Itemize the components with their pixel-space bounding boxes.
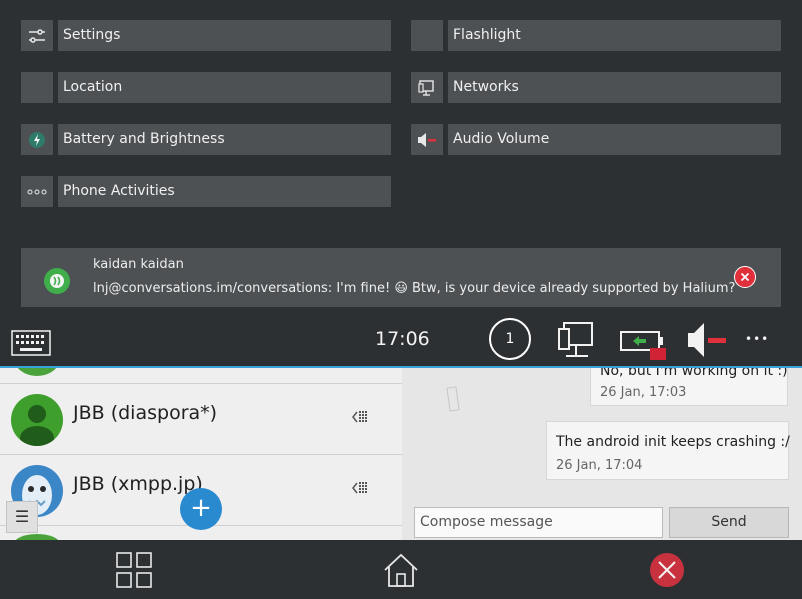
home-icon[interactable] <box>379 548 423 592</box>
tile-flashlight[interactable]: Flashlight <box>448 20 781 51</box>
task-switcher-icon[interactable] <box>112 548 156 592</box>
message-timestamp: 26 Jan, 17:03 <box>600 385 687 400</box>
network-wired-icon[interactable] <box>556 320 596 364</box>
location-icon[interactable] <box>21 72 53 103</box>
more-dots-icon[interactable]: ••• <box>745 332 769 346</box>
message-bubble: No, but I'm working on it :) 26 Jan, 17:… <box>590 368 788 406</box>
tile-location[interactable]: Location <box>58 72 391 103</box>
notification-title: kaidan kaidan <box>93 257 184 272</box>
chat-app: JBB (diaspora*) JBB (xmpp.jp) + ☰ No, bu… <box>0 368 802 540</box>
avatar <box>11 394 63 446</box>
list-item[interactable]: JBB (diaspora*) <box>0 384 402 455</box>
compose-message-input[interactable]: Compose message <box>414 507 663 538</box>
roster-list: JBB (diaspora*) JBB (xmpp.jp) + ☰ <box>0 368 403 540</box>
tile-battery-brightness[interactable]: Battery and Brightness <box>58 124 391 155</box>
menu-drawer-button[interactable]: ☰ <box>6 501 38 533</box>
tile-networks[interactable]: Networks <box>448 72 781 103</box>
navigation-bar <box>0 540 802 599</box>
close-notification-icon[interactable] <box>734 266 756 288</box>
notification-count-badge[interactable]: 1 <box>489 318 531 360</box>
conversation-view: No, but I'm working on it :) 26 Jan, 17:… <box>402 368 802 540</box>
notification-body: lnj@conversations.im/conversations: I'm … <box>93 281 736 296</box>
message-indicator-icon <box>352 481 370 499</box>
tile-audio-volume[interactable]: Audio Volume <box>448 124 781 155</box>
contact-name: JBB (diaspora*) <box>73 402 218 424</box>
decorative-mark <box>446 386 460 412</box>
notification-card[interactable]: kaidan kaidan lnj@conversations.im/conve… <box>21 248 781 307</box>
message-indicator-icon <box>352 410 370 428</box>
conversations-app-icon <box>44 268 70 294</box>
send-button[interactable]: Send <box>669 507 789 538</box>
audio-muted-icon[interactable] <box>686 320 728 364</box>
more-dots-icon[interactable] <box>21 176 53 207</box>
message-timestamp: 26 Jan, 17:04 <box>556 458 643 473</box>
clock: 17:06 <box>375 328 430 350</box>
settings-sliders-icon[interactable] <box>21 20 53 51</box>
message-text: No, but I'm working on it :) <box>600 368 788 379</box>
quick-settings-panel: Settings Flashlight Location Networks Ba… <box>0 0 802 318</box>
avatar <box>14 368 60 376</box>
message-bubble: The android init keeps crashing :/ 26 Ja… <box>546 421 790 480</box>
message-text: The android init keeps crashing :/ <box>556 434 790 450</box>
status-bar: 17:06 1 ••• <box>0 318 802 368</box>
flashlight-icon[interactable] <box>411 20 443 51</box>
tile-phone-activities[interactable]: Phone Activities <box>58 176 391 207</box>
add-contact-button[interactable]: + <box>180 488 222 530</box>
battery-charging-icon[interactable] <box>620 326 668 364</box>
tile-settings[interactable]: Settings <box>58 20 391 51</box>
keyboard-icon[interactable] <box>11 330 51 360</box>
network-wired-icon[interactable] <box>411 72 443 103</box>
close-app-icon[interactable] <box>645 548 689 592</box>
audio-muted-icon[interactable] <box>411 124 443 155</box>
contact-name: JBB (xmpp.jp) <box>73 473 203 495</box>
battery-charging-icon[interactable] <box>21 124 53 155</box>
